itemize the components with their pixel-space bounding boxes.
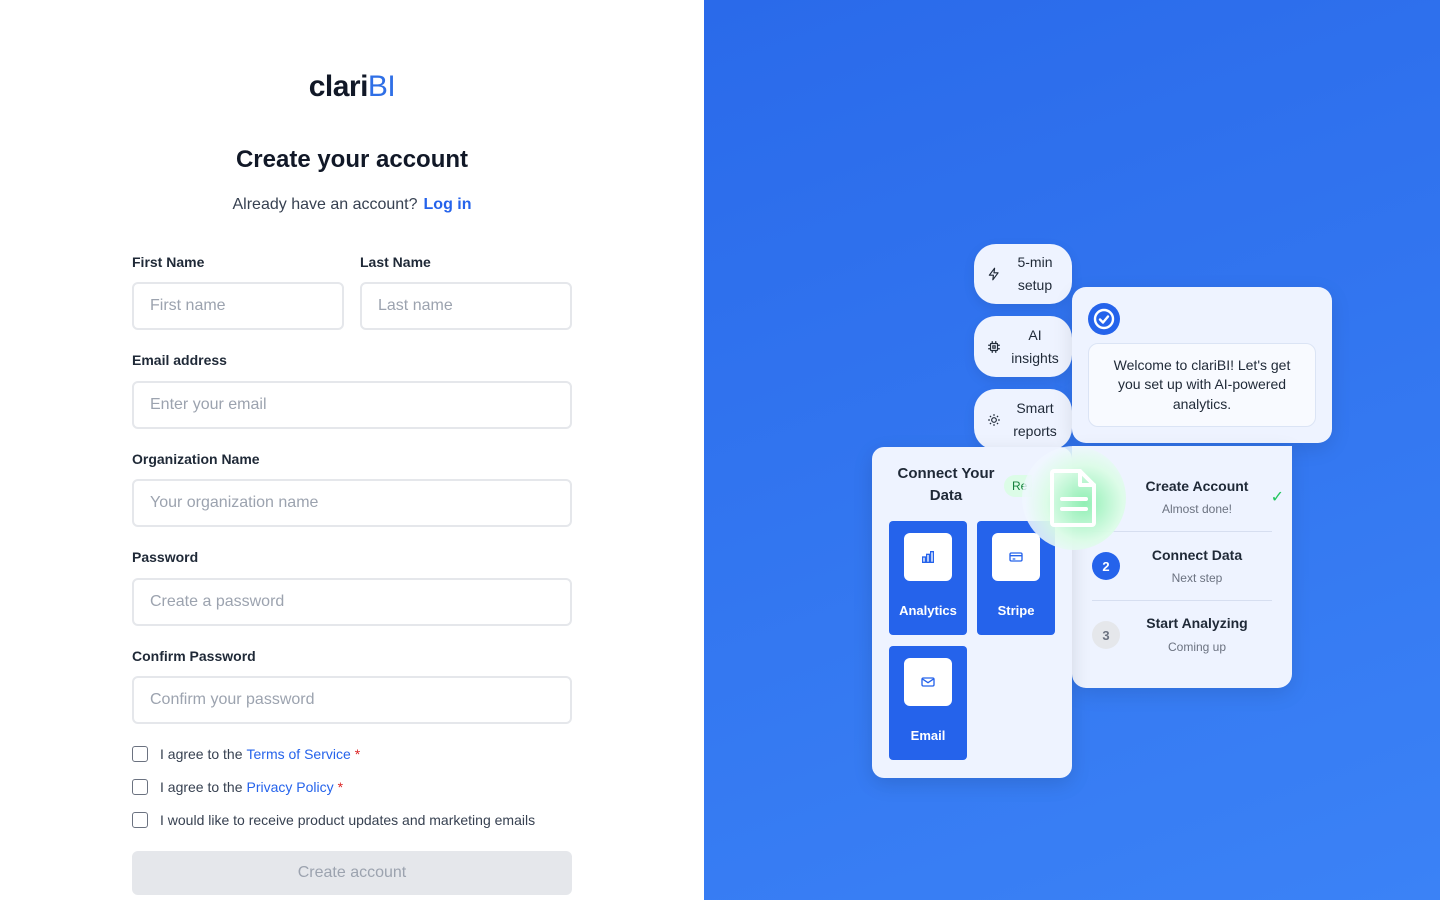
- privacy-row: I agree to the Privacy Policy *: [132, 779, 343, 795]
- step-status: Coming up: [1167, 640, 1227, 654]
- check-circle-icon: [1088, 303, 1120, 335]
- create-account-button[interactable]: Create account: [132, 851, 572, 895]
- required-marker: *: [337, 779, 344, 795]
- email-label: Email address: [132, 352, 227, 368]
- welcome-message: Welcome to clariBI! Let's get you set up…: [1088, 343, 1316, 427]
- step-title: Start Analyzing: [1146, 615, 1248, 631]
- feature-pill-setup: 5-min setup: [974, 244, 1072, 304]
- feature-pill-reports: Smart reports: [974, 389, 1072, 450]
- email-input[interactable]: [132, 381, 572, 429]
- step-status: Almost done!: [1161, 502, 1233, 516]
- step-number: 2: [1092, 552, 1120, 580]
- page-title: Create your account: [235, 146, 469, 173]
- source-label: Analytics: [899, 603, 957, 618]
- bar-chart-icon: [904, 533, 952, 581]
- logo-text-dark: clari: [308, 70, 369, 103]
- last-name-input[interactable]: [360, 282, 572, 330]
- lightning-icon: [986, 267, 1002, 281]
- signup-panel: clariBI Create your account Already have…: [0, 0, 704, 900]
- brand-logo: clariBI: [0, 70, 704, 104]
- source-tile-analytics: Analytics: [889, 521, 967, 635]
- source-tile-email: Email: [889, 646, 967, 760]
- welcome-card: Welcome to clariBI! Let's get you set up…: [1072, 287, 1332, 443]
- credit-card-icon: [992, 533, 1040, 581]
- step-title: Connect Data: [1151, 547, 1243, 563]
- terms-text: I agree to the: [160, 746, 243, 762]
- marketing-checkbox[interactable]: [132, 812, 148, 828]
- feature-pill-ai: AI insights: [974, 316, 1072, 377]
- cpu-chip-icon: [986, 340, 1002, 354]
- document-icon: [1022, 446, 1126, 550]
- feature-label: 5-min setup: [1017, 254, 1053, 293]
- terms-of-service-link[interactable]: Terms of Service: [247, 746, 351, 762]
- terms-checkbox[interactable]: [132, 746, 148, 762]
- privacy-checkbox[interactable]: [132, 779, 148, 795]
- step-connect-data: 2 Connect Data Next step: [1092, 532, 1272, 600]
- first-name-input[interactable]: [132, 282, 344, 330]
- feature-label: AI insights: [1011, 326, 1059, 366]
- checkmark-icon: ✓: [1270, 489, 1284, 506]
- login-prompt: Already have an account? Log in: [0, 196, 704, 214]
- privacy-text: I agree to the: [160, 779, 243, 795]
- login-link[interactable]: Log in: [424, 196, 472, 213]
- step-number: 3: [1092, 621, 1120, 649]
- privacy-policy-link[interactable]: Privacy Policy: [247, 779, 334, 795]
- terms-row: I agree to the Terms of Service *: [132, 746, 360, 762]
- logo-text-blue: BI: [367, 70, 396, 103]
- login-prompt-text: Already have an account?: [232, 196, 418, 213]
- step-title: Create Account: [1145, 478, 1249, 494]
- step-status: Next step: [1171, 571, 1223, 585]
- confirm-password-input[interactable]: [132, 676, 572, 724]
- organization-label: Organization Name: [132, 451, 260, 467]
- organization-input[interactable]: [132, 479, 572, 527]
- confirm-password-label: Confirm Password: [132, 648, 256, 664]
- source-label: Stripe: [997, 603, 1035, 618]
- marketing-text: I would like to receive product updates …: [160, 812, 536, 828]
- onboarding-illustration: 5-min setup AI insights Smart reports Welco…: [704, 0, 1440, 900]
- first-name-label: First Name: [132, 254, 205, 270]
- required-marker: *: [354, 746, 361, 762]
- feature-label: Smart reports: [1013, 399, 1057, 439]
- password-input[interactable]: [132, 578, 572, 626]
- marketing-row: I would like to receive product updates …: [132, 812, 535, 828]
- lightbulb-icon: [986, 413, 1002, 427]
- source-label: Email: [910, 728, 946, 743]
- envelope-icon: [904, 658, 952, 706]
- connect-data-title: Connect Your Data: [897, 465, 995, 504]
- step-start-analyzing: 3 Start Analyzing Coming up: [1092, 601, 1272, 669]
- last-name-label: Last Name: [360, 254, 431, 270]
- password-label: Password: [132, 549, 199, 565]
